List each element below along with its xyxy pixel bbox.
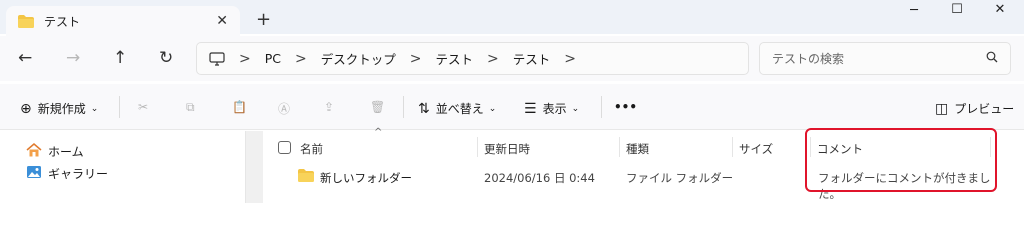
share-icon[interactable]: ⇪ [324,100,334,114]
paste-icon[interactable]: 📋 [232,100,247,114]
sort-button[interactable]: ⇅ 並べ替え ⌄ [418,100,502,117]
column-divider[interactable] [477,137,478,157]
navigation-pane: ホーム ギャラリー [0,131,245,203]
cut-icon[interactable]: ✂ [138,100,148,114]
tab-current[interactable]: テスト ✕ [6,6,240,36]
preview-button[interactable]: ◫ プレビュー [935,100,1014,117]
breadcrumb-desktop[interactable]: デスクトップ [321,49,396,68]
preview-label: プレビュー [954,102,1015,116]
new-tab-button[interactable]: + [256,9,271,30]
file-name: 新しいフォルダー [320,171,412,185]
up-button[interactable]: ↑ [113,48,127,68]
title-bar: テスト ✕ + ─ ☐ ✕ [0,0,1024,36]
maximize-button[interactable]: ☐ [937,2,977,22]
rename-icon[interactable]: Ⓐ [278,100,290,117]
divider [403,96,404,118]
new-button[interactable]: ⊕ 新規作成 ⌄ [20,100,104,117]
select-all-checkbox[interactable] [278,141,291,154]
preview-pane-icon: ◫ [935,100,949,117]
view-list-icon: ☰ [524,100,537,117]
chevron-down-icon: ⌄ [571,103,580,114]
plus-circle-icon: ⊕ [20,100,32,117]
sidebar-item-gallery[interactable]: ギャラリー [26,165,108,182]
view-button[interactable]: ☰ 表示 ⌄ [524,100,585,117]
sort-icon: ⇅ [418,100,430,117]
search-placeholder: テストの検索 [772,52,845,66]
breadcrumb-separator: > [564,50,576,67]
breadcrumb-test-current[interactable]: テスト [513,49,551,68]
home-icon [26,143,42,160]
comment-column-highlight [805,128,997,192]
command-bar: ⊕ 新規作成 ⌄ ✂ ⧉ 📋 Ⓐ ⇪ 🗑 ⇅ 並べ替え ⌄ ☰ 表示 ⌄ •••… [0,84,1024,130]
column-divider[interactable] [619,137,620,157]
minimize-button[interactable]: ─ [894,3,934,23]
column-header-modified[interactable]: 更新日時 [484,141,530,157]
breadcrumb-separator: > [409,50,422,67]
copy-icon[interactable]: ⧉ [186,100,195,115]
sidebar-item-home[interactable]: ホーム [26,143,84,160]
pane-splitter[interactable] [245,131,263,203]
breadcrumb-separator: > [239,50,251,67]
search-input[interactable]: テストの検索 [759,42,1011,75]
sidebar-item-label: ギャラリー [48,167,109,181]
divider [601,96,602,118]
column-divider[interactable] [732,137,733,157]
breadcrumb-test-parent[interactable]: テスト [436,49,474,68]
more-options-button[interactable]: ••• [614,100,637,114]
breadcrumb-separator: > [487,50,499,67]
new-label: 新規作成 [37,102,86,116]
back-button[interactable]: ← [18,48,32,68]
close-icon[interactable]: ✕ [216,13,228,29]
delete-icon[interactable]: 🗑 [370,100,385,114]
gallery-icon [26,165,42,182]
column-header-type[interactable]: 種類 [626,141,649,157]
chevron-down-icon: ⌄ [488,103,497,114]
address-bar[interactable]: > PC > デスクトップ > テスト > テスト > [196,42,749,75]
divider [119,96,120,118]
column-header-size[interactable]: サイズ [739,141,773,157]
column-header-name[interactable]: 名前 [300,141,323,157]
file-modified: 2024/06/16 日 0:44 [484,171,595,185]
sidebar-item-label: ホーム [48,145,84,159]
folder-icon [298,169,314,185]
sort-ascending-icon: ^ [374,127,383,138]
file-type: ファイル フォルダー [626,171,734,185]
breadcrumb-pc[interactable]: PC [265,51,281,66]
forward-button[interactable]: → [66,48,80,68]
sort-label: 並べ替え [435,102,484,116]
breadcrumb-separator: > [295,50,307,67]
search-icon [986,51,998,67]
tab-label: テスト [44,14,81,29]
refresh-button[interactable]: ↻ [159,48,173,68]
chevron-down-icon: ⌄ [90,103,99,114]
window-close-button[interactable]: ✕ [980,2,1020,22]
view-label: 表示 [542,102,567,116]
monitor-icon [209,52,225,66]
folder-icon [18,14,34,28]
